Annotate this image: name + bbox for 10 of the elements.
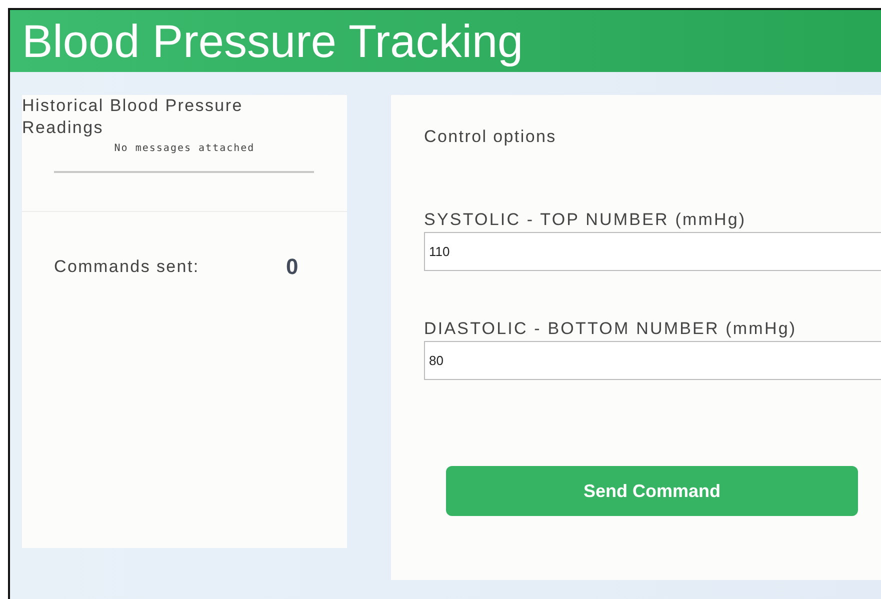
history-title: Historical Blood Pressure Readings xyxy=(22,95,244,139)
input-field[interactable]: 80 xyxy=(424,341,881,380)
page-title: Blood Pressure Tracking xyxy=(22,18,524,64)
controls-title: Control options xyxy=(424,127,558,147)
input-field[interactable]: 110 xyxy=(424,232,881,271)
field-label: DIASTOLIC - BOTTOM NUMBER (mmHg) xyxy=(424,319,797,339)
field-label: SYSTOLIC - TOP NUMBER (mmHg) xyxy=(424,210,746,230)
empty-message: No messages attached xyxy=(113,143,256,154)
commands-count: 0 xyxy=(286,254,298,280)
commands-label: Commands sent: xyxy=(54,257,200,277)
